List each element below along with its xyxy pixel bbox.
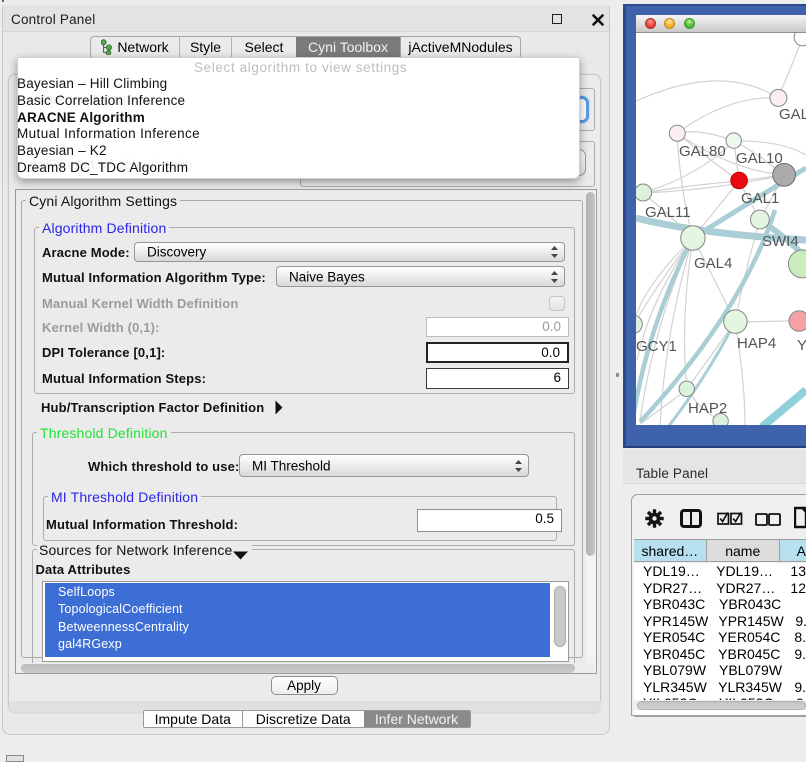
svg-text:GAL4: GAL4: [694, 255, 732, 272]
svg-text:SWI4: SWI4: [762, 233, 799, 250]
svg-text:GCY1: GCY1: [636, 338, 677, 355]
svg-text:Y: Y: [797, 337, 806, 354]
svg-text:GAL80: GAL80: [679, 143, 726, 160]
svg-text:GAL10: GAL10: [736, 150, 783, 167]
svg-text:GAL1: GAL1: [741, 190, 779, 207]
svg-text:GAL2: GAL2: [779, 106, 806, 123]
svg-text:HAP2: HAP2: [688, 400, 727, 417]
svg-text:GAL11: GAL11: [645, 204, 691, 221]
svg-text:HAP4: HAP4: [737, 335, 776, 352]
